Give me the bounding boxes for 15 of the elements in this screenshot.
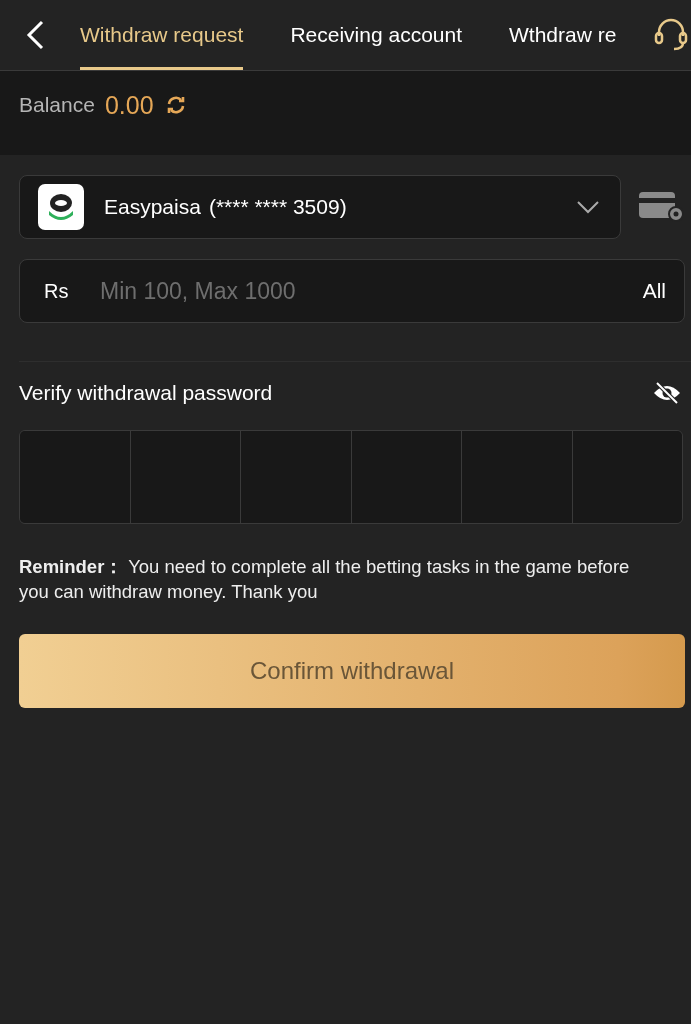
- chevron-down-icon: [576, 200, 600, 214]
- account-name: Easypaisa: [104, 195, 201, 219]
- reminder-text: Reminder： You need to complete all the betting tasks in the game before you can withdraw money. Thank you: [19, 555, 631, 604]
- tab[interactable]: Wthdraw re: [509, 0, 617, 70]
- account-dropdown[interactable]: Easypaisa (**** **** 3509): [19, 175, 621, 239]
- balance-amount: 0.00: [104, 90, 154, 120]
- password-label: Verify withdrawal password: [19, 381, 273, 405]
- all-button[interactable]: All: [642, 279, 666, 303]
- account-number: (**** **** 3509): [208, 195, 348, 219]
- tab[interactable]: Receiving account: [290, 0, 462, 70]
- currency-label: Rs: [44, 279, 70, 303]
- wallet-logo-icon: [38, 184, 84, 230]
- amount-field[interactable]: Rs Min 100, Max 1000 All: [19, 259, 685, 323]
- balance-label: Balance: [19, 93, 95, 117]
- eye-slash-icon[interactable]: [653, 381, 681, 405]
